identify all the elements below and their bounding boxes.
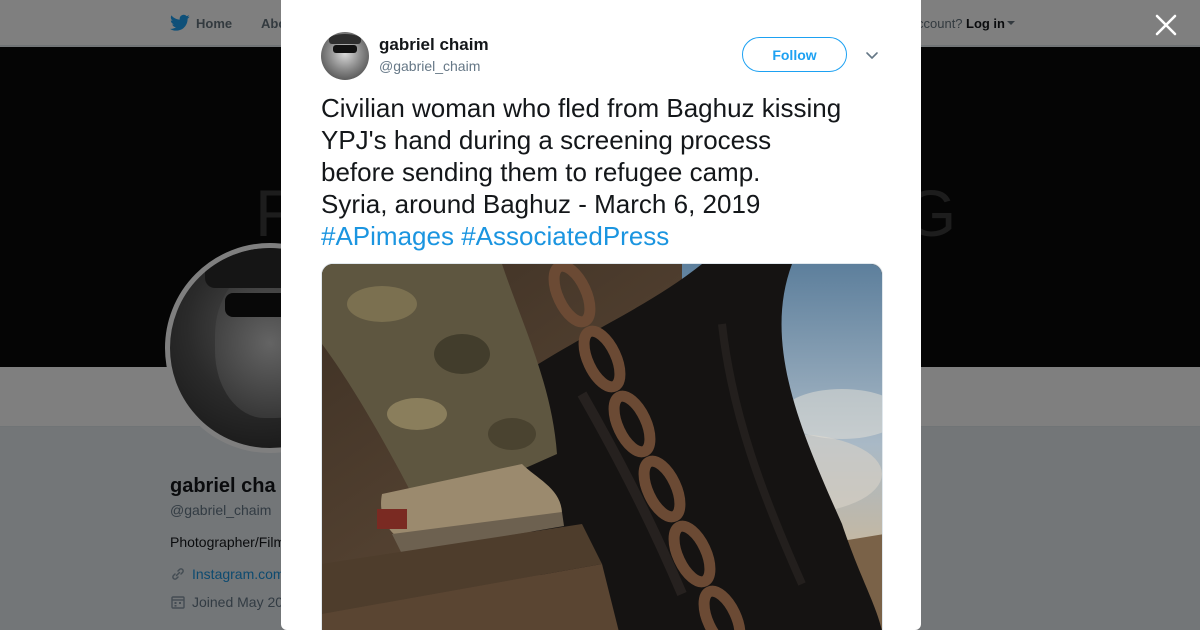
tweet-author-name[interactable]: gabriel chaim	[379, 35, 489, 55]
tweet-author-avatar[interactable]	[321, 32, 369, 80]
follow-button[interactable]: Follow	[742, 37, 847, 72]
avatar-cap	[329, 34, 361, 44]
chevron-down-icon	[866, 52, 878, 59]
tweet-text: Civilian woman who fled from Baghuz kiss…	[321, 92, 891, 252]
hashtag-link[interactable]: #APimages	[321, 221, 454, 251]
tweet-text-line: YPJ's hand during a screening process	[321, 125, 772, 155]
tweet-photo[interactable]	[321, 263, 883, 630]
hashtag-link[interactable]: #AssociatedPress	[461, 221, 669, 251]
tweet-photo-image	[322, 264, 882, 630]
close-button[interactable]	[1153, 12, 1179, 38]
tweet-menu-button[interactable]	[863, 46, 881, 64]
tweet-text-line: before sending them to refugee camp.	[321, 157, 761, 187]
avatar-glasses	[333, 45, 357, 53]
tweet-hashtags: #APimages #AssociatedPress	[321, 220, 891, 252]
tweet-author-handle[interactable]: @gabriel_chaim	[379, 58, 480, 74]
tweet-text-line: Syria, around Baghuz - March 6, 2019	[321, 189, 761, 219]
tweet-text-line: Civilian woman who fled from Baghuz kiss…	[321, 93, 842, 123]
close-icon	[1155, 14, 1177, 36]
tweet-modal: gabriel chaim @gabriel_chaim Follow Civi…	[281, 0, 921, 630]
